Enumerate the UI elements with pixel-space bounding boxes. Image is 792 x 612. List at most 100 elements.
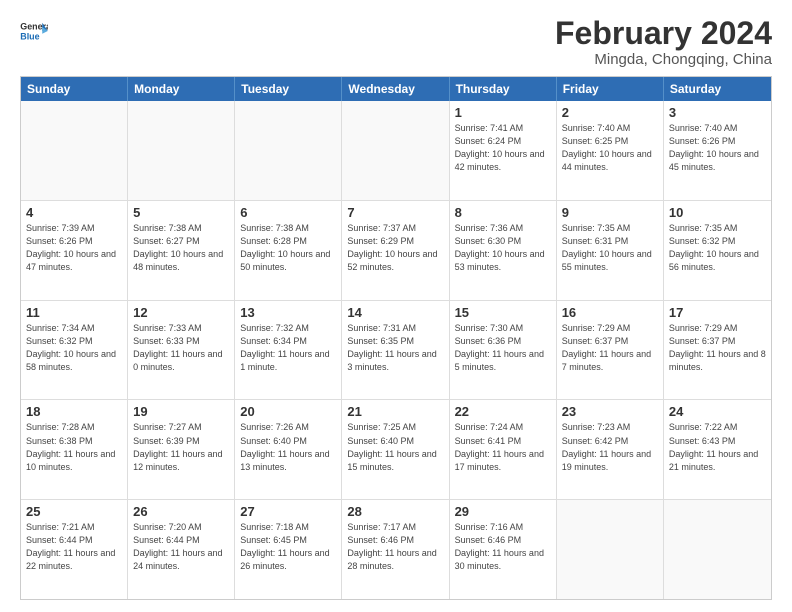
calendar-cell-empty bbox=[342, 101, 449, 200]
day-info: Sunrise: 7:29 AM Sunset: 6:37 PM Dayligh… bbox=[669, 322, 766, 374]
day-info: Sunrise: 7:40 AM Sunset: 6:25 PM Dayligh… bbox=[562, 122, 658, 174]
calendar-cell-day-24: 24 Sunrise: 7:22 AM Sunset: 6:43 PM Dayli… bbox=[664, 400, 771, 499]
calendar-cell-day-4: 4Sunrise: 7:39 AM Sunset: 6:26 PM Daylig… bbox=[21, 201, 128, 300]
page: General Blue February 2024 Mingda, Chong… bbox=[0, 0, 792, 612]
calendar-cell-day-16: 16 Sunrise: 7:29 AM Sunset: 6:37 PM Dayli… bbox=[557, 301, 664, 400]
day-info: Sunrise: 7:38 AM Sunset: 6:27 PM Dayligh… bbox=[133, 222, 229, 274]
day-info: Sunrise: 7:26 AM Sunset: 6:40 PM Dayligh… bbox=[240, 421, 336, 473]
calendar-cell-empty bbox=[235, 101, 342, 200]
day-number: 8 bbox=[455, 205, 551, 220]
calendar-cell-day-8: 8Sunrise: 7:36 AM Sunset: 6:30 PM Daylig… bbox=[450, 201, 557, 300]
day-number: 6 bbox=[240, 205, 336, 220]
day-info: Sunrise: 7:35 AM Sunset: 6:32 PM Dayligh… bbox=[669, 222, 766, 274]
day-number: 11 bbox=[26, 305, 122, 320]
calendar-cell-day-2: 2 Sunrise: 7:40 AM Sunset: 6:25 PM Daylig… bbox=[557, 101, 664, 200]
calendar-cell-day-1: 1 Sunrise: 7:41 AM Sunset: 6:24 PM Daylig… bbox=[450, 101, 557, 200]
calendar-cell-day-19: 19 Sunrise: 7:27 AM Sunset: 6:39 PM Dayli… bbox=[128, 400, 235, 499]
calendar-cell-empty bbox=[557, 500, 664, 599]
day-number: 20 bbox=[240, 404, 336, 419]
header-day-monday: Monday bbox=[128, 77, 235, 101]
logo: General Blue bbox=[20, 20, 48, 42]
calendar-cell-day-9: 9 Sunrise: 7:35 AM Sunset: 6:31 PM Daylig… bbox=[557, 201, 664, 300]
calendar-cell-day-6: 6 Sunrise: 7:38 AM Sunset: 6:28 PM Daylig… bbox=[235, 201, 342, 300]
calendar-row-0: 1 Sunrise: 7:41 AM Sunset: 6:24 PM Daylig… bbox=[21, 101, 771, 200]
calendar-cell-day-15: 15 Sunrise: 7:30 AM Sunset: 6:36 PM Dayli… bbox=[450, 301, 557, 400]
day-number: 17 bbox=[669, 305, 766, 320]
header-day-sunday: Sunday bbox=[21, 77, 128, 101]
day-info: Sunrise: 7:24 AM Sunset: 6:41 PM Dayligh… bbox=[455, 421, 551, 473]
day-number: 3 bbox=[669, 105, 766, 120]
calendar-cell-day-20: 20 Sunrise: 7:26 AM Sunset: 6:40 PM Dayli… bbox=[235, 400, 342, 499]
header-day-saturday: Saturday bbox=[664, 77, 771, 101]
day-info: Sunrise: 7:16 AM Sunset: 6:46 PM Dayligh… bbox=[455, 521, 551, 573]
day-number: 24 bbox=[669, 404, 766, 419]
day-number: 29 bbox=[455, 504, 551, 519]
calendar-cell-day-3: 3 Sunrise: 7:40 AM Sunset: 6:26 PM Daylig… bbox=[664, 101, 771, 200]
calendar: SundayMondayTuesdayWednesdayThursdayFrid… bbox=[20, 76, 772, 600]
calendar-cell-day-21: 21 Sunrise: 7:25 AM Sunset: 6:40 PM Dayli… bbox=[342, 400, 449, 499]
day-number: 19 bbox=[133, 404, 229, 419]
day-number: 1 bbox=[455, 105, 551, 120]
day-number: 16 bbox=[562, 305, 658, 320]
calendar-cell-day-22: 22 Sunrise: 7:24 AM Sunset: 6:41 PM Dayli… bbox=[450, 400, 557, 499]
calendar-row-3: 18Sunrise: 7:28 AM Sunset: 6:38 PM Dayli… bbox=[21, 399, 771, 499]
day-info: Sunrise: 7:30 AM Sunset: 6:36 PM Dayligh… bbox=[455, 322, 551, 374]
day-number: 5 bbox=[133, 205, 229, 220]
month-title: February 2024 bbox=[555, 16, 772, 51]
calendar-row-4: 25Sunrise: 7:21 AM Sunset: 6:44 PM Dayli… bbox=[21, 499, 771, 599]
day-number: 15 bbox=[455, 305, 551, 320]
day-number: 27 bbox=[240, 504, 336, 519]
calendar-header: SundayMondayTuesdayWednesdayThursdayFrid… bbox=[21, 77, 771, 101]
calendar-cell-day-26: 26Sunrise: 7:20 AM Sunset: 6:44 PM Dayli… bbox=[128, 500, 235, 599]
day-info: Sunrise: 7:27 AM Sunset: 6:39 PM Dayligh… bbox=[133, 421, 229, 473]
calendar-cell-day-25: 25Sunrise: 7:21 AM Sunset: 6:44 PM Dayli… bbox=[21, 500, 128, 599]
calendar-row-2: 11 Sunrise: 7:34 AM Sunset: 6:32 PM Dayli… bbox=[21, 300, 771, 400]
logo-icon: General Blue bbox=[20, 20, 48, 42]
calendar-cell-day-18: 18Sunrise: 7:28 AM Sunset: 6:38 PM Dayli… bbox=[21, 400, 128, 499]
title-block: February 2024 Mingda, Chongqing, China bbox=[555, 16, 772, 68]
header-day-friday: Friday bbox=[557, 77, 664, 101]
day-info: Sunrise: 7:22 AM Sunset: 6:43 PM Dayligh… bbox=[669, 421, 766, 473]
day-info: Sunrise: 7:38 AM Sunset: 6:28 PM Dayligh… bbox=[240, 222, 336, 274]
calendar-cell-day-7: 7 Sunrise: 7:37 AM Sunset: 6:29 PM Daylig… bbox=[342, 201, 449, 300]
calendar-cell-day-10: 10 Sunrise: 7:35 AM Sunset: 6:32 PM Dayli… bbox=[664, 201, 771, 300]
calendar-cell-day-14: 14Sunrise: 7:31 AM Sunset: 6:35 PM Dayli… bbox=[342, 301, 449, 400]
day-number: 2 bbox=[562, 105, 658, 120]
day-info: Sunrise: 7:40 AM Sunset: 6:26 PM Dayligh… bbox=[669, 122, 766, 174]
header: General Blue February 2024 Mingda, Chong… bbox=[20, 16, 772, 68]
calendar-row-1: 4Sunrise: 7:39 AM Sunset: 6:26 PM Daylig… bbox=[21, 200, 771, 300]
calendar-body: 1 Sunrise: 7:41 AM Sunset: 6:24 PM Daylig… bbox=[21, 101, 771, 599]
day-number: 22 bbox=[455, 404, 551, 419]
calendar-cell-day-28: 28 Sunrise: 7:17 AM Sunset: 6:46 PM Dayli… bbox=[342, 500, 449, 599]
svg-text:Blue: Blue bbox=[20, 31, 39, 41]
day-info: Sunrise: 7:25 AM Sunset: 6:40 PM Dayligh… bbox=[347, 421, 443, 473]
calendar-cell-empty bbox=[21, 101, 128, 200]
day-number: 10 bbox=[669, 205, 766, 220]
day-number: 28 bbox=[347, 504, 443, 519]
day-number: 18 bbox=[26, 404, 122, 419]
day-number: 26 bbox=[133, 504, 229, 519]
calendar-cell-day-11: 11 Sunrise: 7:34 AM Sunset: 6:32 PM Dayli… bbox=[21, 301, 128, 400]
calendar-cell-empty bbox=[664, 500, 771, 599]
day-info: Sunrise: 7:23 AM Sunset: 6:42 PM Dayligh… bbox=[562, 421, 658, 473]
calendar-cell-day-23: 23 Sunrise: 7:23 AM Sunset: 6:42 PM Dayli… bbox=[557, 400, 664, 499]
day-info: Sunrise: 7:18 AM Sunset: 6:45 PM Dayligh… bbox=[240, 521, 336, 573]
day-number: 23 bbox=[562, 404, 658, 419]
day-number: 9 bbox=[562, 205, 658, 220]
location-subtitle: Mingda, Chongqing, China bbox=[555, 51, 772, 68]
day-number: 12 bbox=[133, 305, 229, 320]
calendar-cell-day-5: 5 Sunrise: 7:38 AM Sunset: 6:27 PM Daylig… bbox=[128, 201, 235, 300]
day-info: Sunrise: 7:33 AM Sunset: 6:33 PM Dayligh… bbox=[133, 322, 229, 374]
calendar-cell-day-29: 29 Sunrise: 7:16 AM Sunset: 6:46 PM Dayli… bbox=[450, 500, 557, 599]
day-info: Sunrise: 7:34 AM Sunset: 6:32 PM Dayligh… bbox=[26, 322, 122, 374]
day-info: Sunrise: 7:35 AM Sunset: 6:31 PM Dayligh… bbox=[562, 222, 658, 274]
day-info: Sunrise: 7:37 AM Sunset: 6:29 PM Dayligh… bbox=[347, 222, 443, 274]
day-number: 21 bbox=[347, 404, 443, 419]
calendar-cell-day-13: 13Sunrise: 7:32 AM Sunset: 6:34 PM Dayli… bbox=[235, 301, 342, 400]
header-day-wednesday: Wednesday bbox=[342, 77, 449, 101]
day-info: Sunrise: 7:17 AM Sunset: 6:46 PM Dayligh… bbox=[347, 521, 443, 573]
day-info: Sunrise: 7:41 AM Sunset: 6:24 PM Dayligh… bbox=[455, 122, 551, 174]
day-number: 7 bbox=[347, 205, 443, 220]
calendar-cell-day-17: 17 Sunrise: 7:29 AM Sunset: 6:37 PM Dayli… bbox=[664, 301, 771, 400]
day-info: Sunrise: 7:29 AM Sunset: 6:37 PM Dayligh… bbox=[562, 322, 658, 374]
